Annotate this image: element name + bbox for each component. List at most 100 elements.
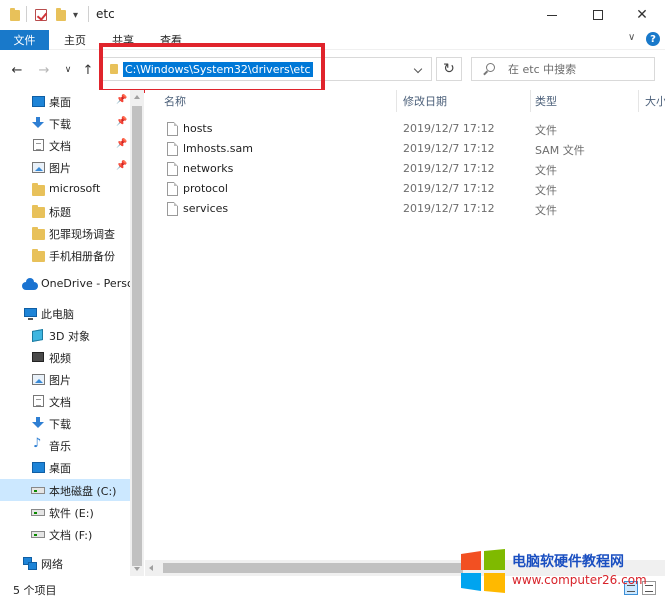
document-icon — [33, 395, 44, 407]
sidebar-item-label: 本地磁盘 (C:) — [49, 485, 117, 498]
new-folder-icon[interactable] — [56, 7, 66, 23]
sidebar-item-label: 文档 — [49, 396, 71, 409]
close-button[interactable]: ✕ — [619, 0, 665, 30]
file-row[interactable]: hosts 2019/12/7 17:12 文件 — [165, 119, 665, 139]
sidebar-item-onedrive[interactable]: OneDrive - Perso — [0, 273, 130, 295]
navigation-bar: ← → ∨ ↑ C:\Windows\System32\drivers\etc … — [0, 50, 665, 90]
drive-icon — [31, 531, 45, 538]
sidebar-item-documents[interactable]: 文档 📌 — [0, 134, 130, 156]
address-bar[interactable]: C:\Windows\System32\drivers\etc — [102, 57, 432, 81]
column-header-type[interactable]: 类型 — [535, 90, 557, 112]
tab-share[interactable]: 共享 — [112, 30, 134, 50]
sidebar-item-music[interactable]: 音乐 — [0, 434, 130, 456]
help-icon[interactable]: ? — [646, 32, 660, 46]
file-row[interactable]: protocol 2019/12/7 17:12 文件 — [165, 179, 665, 199]
sidebar-item-drive-e[interactable]: 软件 (E:) — [0, 501, 130, 523]
up-button[interactable]: ↑ — [80, 61, 96, 79]
column-header-modified[interactable]: 修改日期 — [403, 90, 447, 112]
minimize-button[interactable] — [529, 0, 575, 30]
tab-view[interactable]: 查看 — [160, 30, 182, 50]
horizontal-scrollbar[interactable] — [145, 560, 665, 576]
sidebar-item-pictures[interactable]: 图片 📌 — [0, 156, 130, 178]
scroll-up-icon[interactable] — [134, 95, 140, 99]
back-arrow-icon: ← — [11, 62, 23, 78]
refresh-button[interactable]: ↻ — [436, 57, 462, 81]
customize-toolbar-icon[interactable]: ▾ — [73, 7, 78, 23]
large-icons-view-button[interactable] — [642, 581, 656, 595]
expand-ribbon-icon[interactable]: ∨ — [628, 32, 635, 43]
sidebar-item-csi-folder[interactable]: 犯罪现场调查 — [0, 222, 130, 244]
sidebar-item-label: 文档 — [49, 140, 71, 153]
recent-locations-button[interactable]: ∨ — [61, 61, 75, 79]
sidebar-item-3d-objects[interactable]: 3D 对象 — [0, 324, 130, 346]
pin-icon[interactable]: 📌 — [116, 95, 127, 105]
column-header-name[interactable]: 名称 — [164, 90, 186, 112]
picture-icon — [32, 374, 45, 385]
sidebar-item-label: 下载 — [49, 418, 71, 431]
sidebar-item-label: 软件 (E:) — [49, 507, 94, 520]
file-list: 名称 修改日期 类型 大小 hosts 2019/12/7 17:12 文件 l… — [145, 90, 665, 560]
this-pc-icon — [24, 308, 37, 320]
tab-file[interactable]: 文件 — [0, 30, 49, 50]
pin-icon[interactable]: 📌 — [116, 139, 127, 149]
column-divider[interactable] — [396, 90, 397, 112]
music-icon — [33, 436, 43, 451]
desktop-icon — [32, 462, 45, 473]
pin-icon[interactable]: 📌 — [116, 117, 127, 127]
sidebar-item-local-disk-c[interactable]: 本地磁盘 (C:) — [0, 479, 130, 501]
window-title: etc — [96, 7, 115, 21]
tab-home[interactable]: 主页 — [64, 30, 86, 50]
desktop-icon — [32, 96, 45, 107]
column-header-size[interactable]: 大小 — [645, 90, 665, 112]
sidebar-item-label: 下载 — [49, 118, 71, 131]
file-row[interactable]: networks 2019/12/7 17:12 文件 — [165, 159, 665, 179]
quick-access-folder-icon[interactable] — [10, 7, 20, 23]
sidebar-item-desktop[interactable]: 桌面 📌 — [0, 90, 130, 112]
maximize-button[interactable] — [575, 0, 621, 30]
file-row[interactable]: lmhosts.sam 2019/12/7 17:12 SAM 文件 — [165, 139, 665, 159]
sidebar-item-photo-backup[interactable]: 手机相册备份 — [0, 244, 130, 266]
sidebar-item-pictures-pc[interactable]: 图片 — [0, 368, 130, 390]
sidebar-item-label: 音乐 — [49, 440, 71, 453]
scrollbar-thumb[interactable] — [132, 106, 142, 566]
file-type: 文件 — [535, 184, 557, 197]
scrollbar-thumb[interactable] — [163, 563, 463, 573]
network-icon — [23, 557, 37, 570]
search-input[interactable] — [508, 61, 648, 77]
sidebar-item-documents-pc[interactable]: 文档 — [0, 390, 130, 412]
sidebar-item-microsoft[interactable]: microsoft — [0, 178, 130, 200]
file-row[interactable]: services 2019/12/7 17:12 文件 — [165, 199, 665, 219]
sidebar-item-downloads[interactable]: 下载 📌 — [0, 112, 130, 134]
sidebar-item-desktop-pc[interactable]: 桌面 — [0, 456, 130, 478]
properties-check-icon[interactable] — [35, 7, 47, 23]
sidebar-item-downloads-pc[interactable]: 下载 — [0, 412, 130, 434]
details-view-button[interactable] — [624, 581, 638, 595]
chevron-down-icon — [413, 64, 423, 73]
scroll-down-icon[interactable] — [134, 567, 140, 571]
column-divider[interactable] — [530, 90, 531, 112]
column-divider[interactable] — [638, 90, 639, 112]
sidebar-item-title-folder[interactable]: 标题 — [0, 200, 130, 222]
address-dropdown-button[interactable] — [410, 63, 426, 77]
folder-icon — [32, 249, 45, 262]
pin-icon[interactable]: 📌 — [116, 161, 127, 171]
title-bar: ▾ etc ✕ — [0, 0, 665, 30]
back-button[interactable]: ← — [9, 61, 25, 79]
file-type: SAM 文件 — [535, 144, 585, 157]
sidebar-item-network[interactable]: 网络 — [0, 552, 130, 574]
divider — [88, 6, 89, 22]
file-type: 文件 — [535, 124, 557, 137]
up-arrow-icon: ↑ — [82, 62, 94, 78]
folder-icon — [32, 183, 45, 196]
sidebar-scrollbar[interactable] — [130, 90, 144, 576]
sidebar-item-videos[interactable]: 视频 — [0, 346, 130, 368]
file-icon — [167, 202, 178, 216]
item-count: 5 个项目 — [13, 584, 57, 597]
address-path[interactable]: C:\Windows\System32\drivers\etc — [123, 62, 313, 77]
forward-button[interactable]: → — [36, 61, 52, 79]
search-box[interactable] — [471, 57, 655, 81]
sidebar-item-this-pc[interactable]: 此电脑 — [0, 302, 130, 324]
close-icon: ✕ — [636, 7, 648, 23]
sidebar-item-drive-f[interactable]: 文档 (F:) — [0, 523, 130, 545]
scroll-left-icon[interactable] — [149, 565, 153, 571]
